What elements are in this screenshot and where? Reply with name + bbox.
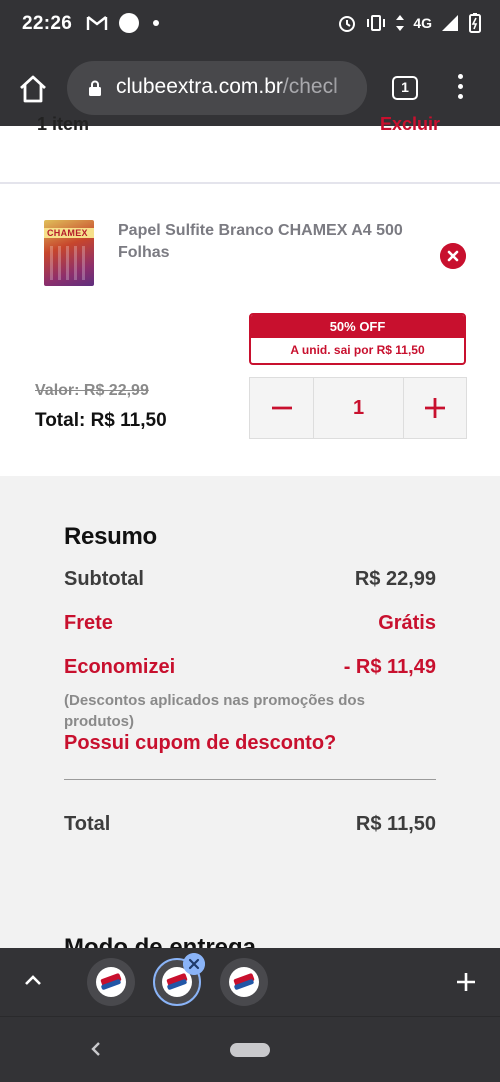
tab-thumbnail[interactable] [220, 958, 268, 1006]
tab-thumbnail[interactable] [87, 958, 135, 1006]
coupon-link[interactable]: Possui cupom de desconto? [64, 732, 336, 755]
increase-button[interactable] [404, 378, 466, 438]
chevron-up-icon[interactable] [22, 972, 44, 988]
dot-icon [153, 20, 159, 26]
status-bar: 22:26 4G [0, 0, 500, 50]
unit-price: A unid. sai por R$ 11,50 [290, 343, 425, 357]
subtotal-value: R$ 22,99 [354, 568, 436, 590]
close-icon[interactable] [183, 953, 205, 975]
url-bar[interactable]: clubeextra.com.br/checl [67, 61, 367, 115]
delete-all-link[interactable]: Excluir [380, 114, 440, 135]
discount-badge: 50% OFF [251, 315, 464, 338]
subtotal-label: Subtotal [64, 568, 144, 590]
alarm-icon [339, 16, 356, 32]
lock-icon [89, 80, 101, 96]
plus-icon [425, 398, 445, 418]
divider [64, 779, 436, 780]
item-total: Total: R$ 11,50 [35, 410, 167, 431]
url-text: clubeextra.com.br/checl [116, 75, 338, 99]
product-image[interactable]: CHAMEX [44, 220, 94, 286]
total-row: Total R$ 11,50 [64, 813, 436, 841]
quantity-value[interactable]: 1 [314, 378, 404, 438]
order-summary: Resumo Subtotal R$ 22,99 Frete Grátis Ec… [0, 476, 500, 961]
site-favicon [96, 967, 126, 997]
tab-strip [0, 948, 500, 1016]
minus-icon [272, 406, 292, 410]
vibrate-icon [367, 15, 386, 31]
total-label: Total [64, 813, 111, 835]
product-name[interactable]: Papel Sulfite Branco CHAMEX A4 500 Folha… [118, 220, 418, 264]
network-type: 4G [413, 15, 432, 31]
item-count: 1 item [37, 114, 90, 134]
unit-price-value: R$ 11,50 [376, 343, 425, 357]
notification-icons [86, 12, 162, 34]
decrease-button[interactable] [250, 378, 314, 438]
system-icons: 4G [337, 12, 482, 34]
savings-value: - R$ 11,49 [343, 656, 436, 678]
url-path: /checl [282, 75, 338, 98]
status-time: 22:26 [22, 13, 73, 34]
product-image-brand: CHAMEX [47, 228, 88, 238]
gmail-icon [86, 16, 108, 30]
tabs-icon[interactable]: 1 [392, 76, 418, 100]
back-icon[interactable] [88, 1039, 104, 1059]
system-nav-bar [0, 1016, 500, 1082]
savings-label: Economizei [64, 656, 176, 678]
url-host: clubeextra.com.br [116, 75, 283, 98]
subtotal-row: Subtotal R$ 22,99 [64, 568, 436, 596]
home-icon[interactable] [16, 72, 50, 106]
divider [0, 182, 500, 184]
savings-note: (Descontos aplicados nas promoções dos p… [64, 692, 365, 730]
savings-row: Economizei - R$ 11,49 [64, 656, 436, 684]
shipping-row: Frete Grátis [64, 612, 436, 640]
shipping-value: Grátis [378, 612, 436, 634]
old-price: Valor: R$ 22,99 [35, 382, 149, 399]
home-pill[interactable] [230, 1043, 270, 1057]
more-vert-icon[interactable] [450, 72, 470, 104]
site-favicon [229, 967, 259, 997]
data-transfer-icon [396, 15, 405, 31]
quantity-stepper: 1 [249, 377, 467, 439]
shipping-label: Frete [64, 612, 113, 634]
summary-title: Resumo [64, 523, 157, 550]
cart-item-card: 1 item Excluir CHAMEX Papel Sulfite Bran… [0, 114, 500, 476]
circle-icon [119, 13, 139, 33]
add-tab-icon[interactable] [454, 970, 478, 994]
remove-icon[interactable] [440, 243, 466, 269]
signal-icon [442, 15, 458, 31]
battery-icon [469, 13, 481, 33]
promo-badge: 50% OFF A unid. sai por R$ 11,50 [249, 313, 466, 365]
total-value: R$ 11,50 [355, 813, 436, 835]
